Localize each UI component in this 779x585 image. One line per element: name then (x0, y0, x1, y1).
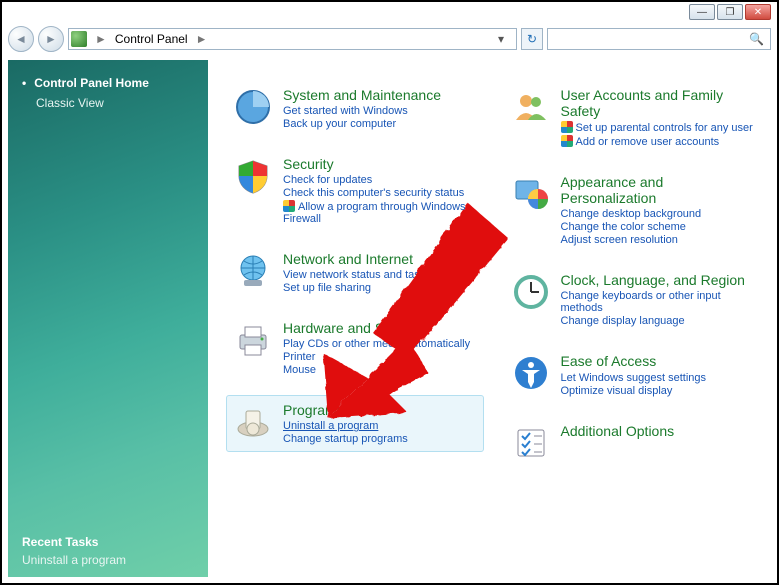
category-link[interactable]: Change the color scheme (561, 221, 755, 233)
sidebar-home[interactable]: Control Panel Home (22, 76, 194, 90)
uac-shield-icon (283, 200, 295, 212)
category-link[interactable]: Change desktop background (561, 208, 755, 220)
category-link[interactable]: Set up file sharing (283, 282, 477, 294)
category-additional-options[interactable]: Additional Options (504, 416, 762, 470)
category-title[interactable]: Additional Options (561, 423, 755, 439)
category-title[interactable]: Hardware and Sound (283, 320, 477, 336)
shield-icon (233, 156, 273, 196)
category-link[interactable]: Change startup programs (283, 433, 477, 445)
category-programs[interactable]: Programs Uninstall a program Change star… (226, 395, 484, 452)
category-link[interactable]: Play CDs or other media automatically (283, 338, 477, 350)
category-link[interactable]: Adjust screen resolution (561, 234, 755, 246)
programs-icon (233, 402, 273, 442)
globe-icon (233, 251, 273, 291)
category-link[interactable]: View network status and tasks (283, 269, 477, 281)
category-system-maintenance[interactable]: System and Maintenance Get started with … (226, 80, 484, 137)
breadcrumb-root[interactable]: Control Panel (115, 32, 188, 46)
maximize-button[interactable]: ❐ (717, 4, 743, 20)
category-link[interactable]: Change display language (561, 315, 755, 327)
toolbar: ◄ ► ► Control Panel ► ▾ ↻ 🔍 (8, 24, 771, 54)
category-security[interactable]: Security Check for updates Check this co… (226, 149, 484, 232)
category-link[interactable]: Add or remove user accounts (561, 135, 755, 148)
category-link[interactable]: Back up your computer (283, 118, 477, 130)
back-button[interactable]: ◄ (8, 26, 34, 52)
category-title[interactable]: Ease of Access (561, 353, 755, 369)
minimize-button[interactable]: — (689, 4, 715, 20)
content: Control Panel Home Classic View Recent T… (8, 60, 771, 577)
category-link[interactable]: Mouse (283, 364, 477, 376)
sidebar: Control Panel Home Classic View Recent T… (8, 60, 208, 577)
category-user-accounts[interactable]: User Accounts and Family Safety Set up p… (504, 80, 762, 155)
close-button[interactable]: ✕ (745, 4, 771, 20)
clock-icon (511, 272, 551, 312)
system-icon (233, 87, 273, 127)
sidebar-classic-view[interactable]: Classic View (36, 96, 194, 110)
category-title[interactable]: Security (283, 156, 477, 172)
address-dropdown[interactable]: ▾ (498, 32, 514, 46)
refresh-button[interactable]: ↻ (521, 28, 543, 50)
category-title[interactable]: Network and Internet (283, 251, 477, 267)
breadcrumb-sep: ► (194, 32, 210, 46)
search-icon: 🔍 (749, 32, 764, 46)
category-title[interactable]: Clock, Language, and Region (561, 272, 755, 288)
window-controls: — ❐ ✕ (689, 4, 771, 20)
ease-icon (511, 353, 551, 393)
uac-shield-icon (561, 121, 573, 133)
printer-icon (233, 320, 273, 360)
category-title[interactable]: Programs (283, 402, 477, 418)
category-network[interactable]: Network and Internet View network status… (226, 244, 484, 301)
category-appearance[interactable]: Appearance and Personalization Change de… (504, 167, 762, 253)
recent-task-item[interactable]: Uninstall a program (22, 553, 126, 567)
category-link[interactable]: Get started with Windows (283, 105, 477, 117)
checklist-icon (511, 423, 551, 463)
category-link[interactable]: Check this computer's security status (283, 187, 477, 199)
category-clock[interactable]: Clock, Language, and Region Change keybo… (504, 265, 762, 334)
breadcrumb-sep: ► (93, 32, 109, 46)
category-link[interactable]: Let Windows suggest settings (561, 372, 755, 384)
category-link[interactable]: Set up parental controls for any user (561, 121, 755, 134)
uac-shield-icon (561, 135, 573, 147)
left-column: System and Maintenance Get started with … (226, 80, 484, 567)
main-panel: System and Maintenance Get started with … (208, 60, 771, 577)
search-input[interactable]: 🔍 (547, 28, 771, 50)
category-link[interactable]: Uninstall a program (283, 420, 477, 432)
users-icon (511, 87, 551, 127)
category-link[interactable]: Check for updates (283, 174, 477, 186)
control-panel-icon (71, 31, 87, 47)
forward-button[interactable]: ► (38, 26, 64, 52)
category-link[interactable]: Change keyboards or other input methods (561, 290, 755, 314)
category-title[interactable]: System and Maintenance (283, 87, 477, 103)
category-link[interactable]: Optimize visual display (561, 385, 755, 397)
recent-tasks-heading: Recent Tasks (22, 535, 98, 549)
category-link[interactable]: Printer (283, 351, 477, 363)
category-title[interactable]: User Accounts and Family Safety (561, 87, 755, 119)
category-ease-of-access[interactable]: Ease of Access Let Windows suggest setti… (504, 346, 762, 403)
address-bar[interactable]: ► Control Panel ► ▾ (68, 28, 517, 50)
category-link[interactable]: Allow a program through Windows Firewall (283, 200, 477, 225)
category-hardware[interactable]: Hardware and Sound Play CDs or other med… (226, 313, 484, 383)
category-title[interactable]: Appearance and Personalization (561, 174, 755, 206)
appearance-icon (511, 174, 551, 214)
right-column: User Accounts and Family Safety Set up p… (504, 80, 762, 567)
